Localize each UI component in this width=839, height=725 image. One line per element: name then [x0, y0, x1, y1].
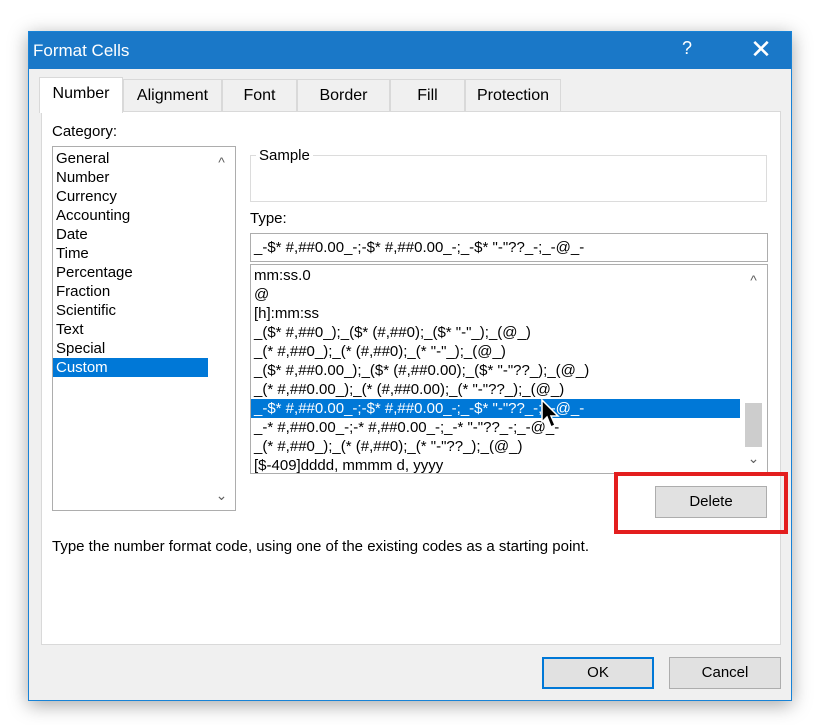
tab-label: Font [243, 87, 276, 104]
type-format-item[interactable]: @ [251, 285, 741, 304]
type-label: Type: [250, 210, 287, 227]
title-bar[interactable]: Format Cells ? ✕ [29, 32, 791, 69]
tab-protection[interactable]: Protection [465, 79, 561, 111]
type-input[interactable]: _-$* #,##0.00_-;-$* #,##0.00_-;_-$* "-"?… [250, 233, 768, 262]
category-item-currency[interactable]: Currency [53, 187, 209, 206]
category-list[interactable]: General Number Currency Accounting Date Time P… [52, 146, 236, 511]
sample-box [250, 155, 767, 202]
category-item-number[interactable]: Number [53, 168, 209, 187]
ok-button[interactable]: OK [542, 657, 654, 689]
category-label: Category: [52, 123, 118, 140]
tab-fill[interactable]: Fill [390, 79, 465, 111]
category-item-accounting[interactable]: Accounting [53, 206, 209, 225]
type-scrollbar[interactable]: ^ ⌄ [740, 265, 767, 473]
category-item-fraction[interactable]: Fraction [53, 282, 209, 301]
category-item-text[interactable]: Text [53, 320, 209, 339]
scroll-up-icon[interactable]: ^ [208, 151, 235, 173]
scroll-down-icon[interactable]: ⌄ [208, 484, 235, 506]
type-format-item[interactable]: _-* #,##0.00_-;-* #,##0.00_-;_-* "-"??_-… [251, 418, 741, 437]
tab-label: Alignment [136, 87, 209, 104]
type-format-item[interactable]: [h]:mm:ss [251, 304, 741, 323]
tab-font[interactable]: Font [222, 79, 297, 111]
ok-button-label: OK [587, 664, 609, 681]
tab-number[interactable]: Number [39, 77, 123, 113]
cancel-button[interactable]: Cancel [669, 657, 781, 689]
mouse-pointer-icon [541, 399, 560, 429]
type-format-item[interactable]: _(* #,##0_);_(* (#,##0);_(* "-"_);_(@_) [251, 342, 741, 361]
type-format-item[interactable]: _(* #,##0_);_(* (#,##0);_(* "-"??_);_(@_… [251, 437, 741, 456]
scroll-thumb[interactable] [745, 403, 762, 447]
highlight-box [614, 472, 788, 534]
tab-label: Number [52, 85, 110, 102]
category-item-general[interactable]: General [53, 149, 209, 168]
tab-label: Protection [476, 87, 550, 104]
category-item-special[interactable]: Special [53, 339, 209, 358]
type-format-item[interactable]: _-$* #,##0.00_-;-$* #,##0.00_-;_-$* "-"?… [251, 399, 741, 418]
sample-label: Sample [256, 147, 313, 164]
tab-label: Border [319, 87, 368, 104]
scroll-up-icon[interactable]: ^ [740, 269, 767, 291]
close-button[interactable]: ✕ [741, 35, 781, 65]
category-scrollbar[interactable]: ^ ⌄ [208, 147, 235, 510]
description-text: Type the number format code, using one o… [52, 538, 589, 555]
category-item-percentage[interactable]: Percentage [53, 263, 209, 282]
cancel-button-label: Cancel [701, 664, 749, 681]
type-format-item[interactable]: _(* #,##0.00_);_(* (#,##0.00);_(* "-"??_… [251, 380, 741, 399]
category-item-time[interactable]: Time [53, 244, 209, 263]
tab-border[interactable]: Border [297, 79, 390, 111]
type-list[interactable]: mm:ss.0 @ [h]:mm:ss _($* #,##0_);_($* (#,##… [250, 264, 768, 474]
tab-alignment[interactable]: Alignment [123, 79, 222, 111]
help-button[interactable]: ? [677, 38, 697, 59]
close-icon: ✕ [750, 34, 772, 64]
tab-label: Fill [417, 87, 438, 104]
type-format-item[interactable]: _($* #,##0.00_);_($* (#,##0.00);_($* "-"… [251, 361, 741, 380]
category-item-custom[interactable]: Custom [53, 358, 209, 377]
category-item-date[interactable]: Date [53, 225, 209, 244]
type-format-item[interactable]: mm:ss.0 [251, 266, 741, 285]
scroll-down-icon[interactable]: ⌄ [740, 447, 767, 469]
category-item-scientific[interactable]: Scientific [53, 301, 209, 320]
type-format-item[interactable]: _($* #,##0_);_($* (#,##0);_($* "-"_);_(@… [251, 323, 741, 342]
dialog-title: Format Cells [33, 41, 130, 60]
